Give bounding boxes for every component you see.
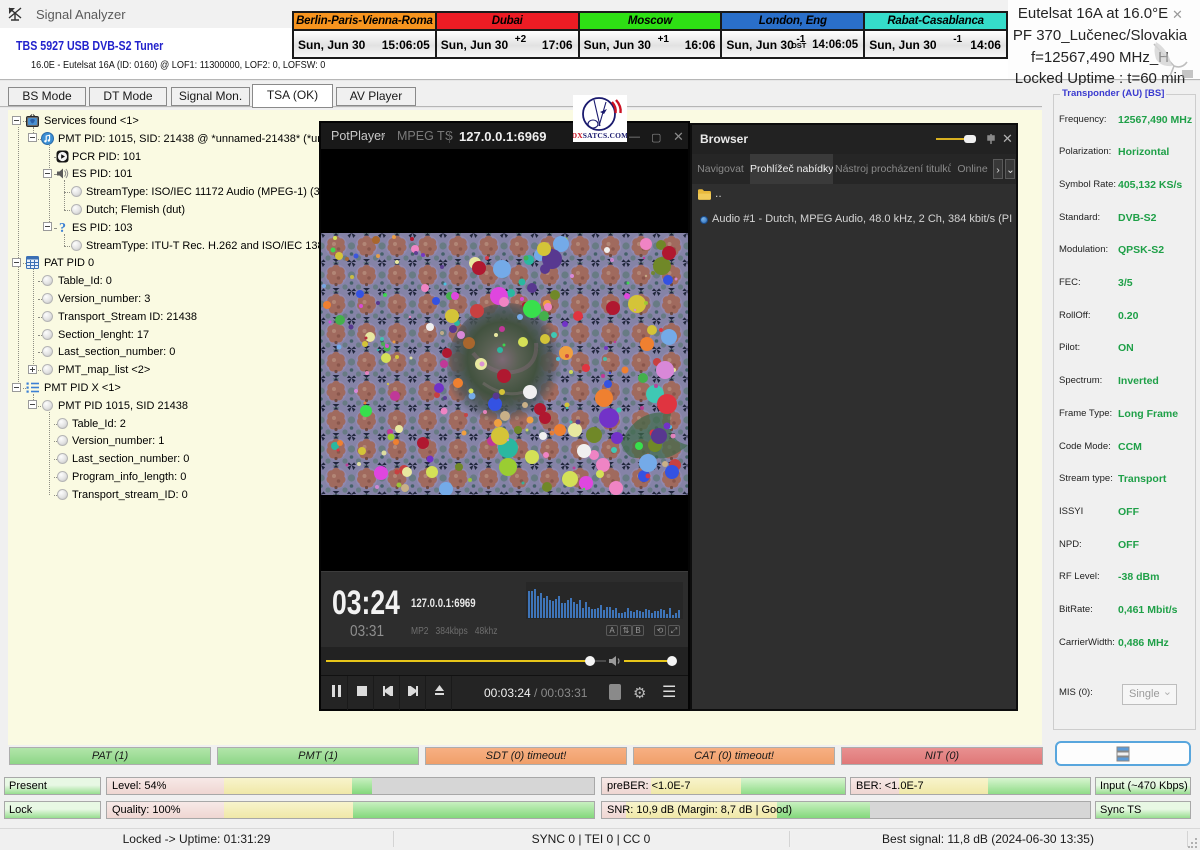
svg-text:DXSATCS.COM: DXSATCS.COM <box>573 131 627 140</box>
svg-text:?: ? <box>59 221 66 234</box>
